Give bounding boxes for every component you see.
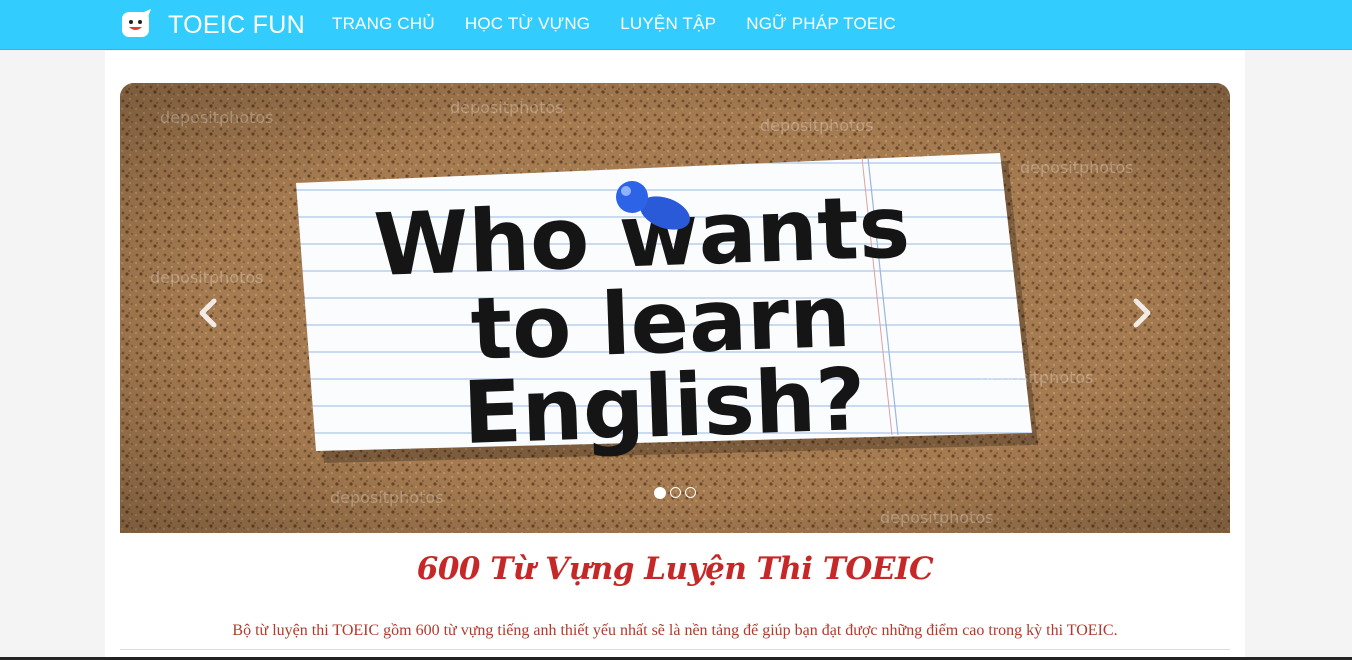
nav-link-vocabulary[interactable]: HỌC TỪ VỰNG	[465, 0, 590, 50]
chevron-left-icon	[199, 298, 217, 328]
brand-name: TOEIC FUN	[168, 10, 305, 39]
smiley-chat-icon	[120, 9, 152, 41]
svg-text:depositphotos: depositphotos	[1020, 158, 1133, 177]
svg-text:English?: English?	[461, 350, 867, 464]
nav-link-practice[interactable]: LUYỆN TẬP	[620, 0, 716, 50]
carousel-indicator-2[interactable]	[670, 487, 681, 498]
carousel-indicators	[120, 487, 1230, 499]
carousel-indicator-3[interactable]	[685, 487, 696, 498]
carousel-slide-image: Who wants to learn English? depositphoto…	[120, 83, 1230, 533]
page-description: Bộ từ luyện thi TOEIC gồm 600 từ vựng ti…	[232, 622, 1118, 639]
svg-text:depositphotos: depositphotos	[760, 116, 873, 135]
nav-menu: TRANG CHỦ HỌC TỪ VỰNG LUYỆN TẬP NGỮ PHÁP…	[332, 0, 926, 50]
image-carousel[interactable]: Who wants to learn English? depositphoto…	[120, 83, 1230, 533]
svg-text:depositphotos: depositphotos	[980, 368, 1093, 387]
brand-link[interactable]: TOEIC FUN	[120, 9, 305, 41]
nav-link-home[interactable]: TRANG CHỦ	[332, 0, 435, 50]
svg-text:depositphotos: depositphotos	[160, 108, 273, 127]
divider	[120, 649, 1230, 650]
svg-text:depositphotos: depositphotos	[880, 508, 993, 527]
page-title: 600 Từ Vựng Luyện Thi TOEIC	[416, 551, 934, 587]
svg-text:depositphotos: depositphotos	[450, 98, 563, 117]
chevron-right-icon	[1133, 298, 1151, 328]
top-navbar: TOEIC FUN TRANG CHỦ HỌC TỪ VỰNG LUYỆN TẬ…	[0, 0, 1352, 50]
carousel-next-button[interactable]	[1112, 283, 1172, 343]
carousel-prev-button[interactable]	[178, 283, 238, 343]
nav-link-grammar[interactable]: NGỮ PHÁP TOEIC	[746, 0, 896, 50]
main-container: Who wants to learn English? depositphoto…	[105, 51, 1245, 660]
carousel-indicator-1[interactable]	[654, 487, 666, 499]
